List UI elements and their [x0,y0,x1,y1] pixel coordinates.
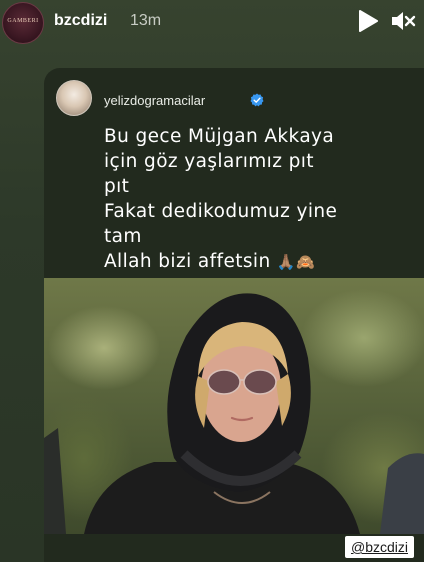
caption-line: tam [104,226,142,247]
verified-badge-icon [250,93,264,107]
caption-line: Fakat dedikodumuz yine [104,201,338,222]
username[interactable]: bzcdizi [54,12,107,30]
woman-in-black-headscarf-image [44,293,424,534]
post-caption: Bu gece Müjgan Akkaya için göz yaşlarımı… [104,124,404,275]
mention-sticker[interactable]: @bzcdizi [344,536,414,558]
caption-line: pıt [104,176,130,197]
post-photo[interactable] [44,278,424,534]
post-author-avatar[interactable] [56,80,92,116]
story-viewer: GAMBERI bzcdizi 13m yelizdogramacilar Bu… [0,0,424,562]
post-author-username[interactable]: yelizdogramacilar [104,93,205,108]
caption-line: Bu gece Müjgan Akkaya [104,126,335,147]
caption-emoji: 🙏🏽🙈 [276,253,316,271]
story-header: GAMBERI bzcdizi 13m [0,0,424,44]
avatar[interactable]: GAMBERI [2,2,44,44]
volume-muted-icon[interactable] [390,10,416,32]
caption-line: Allah bizi affetsin [104,251,271,272]
timestamp: 13m [130,12,162,29]
play-icon[interactable] [358,10,378,32]
avatar-logo-text: GAMBERI [7,18,39,24]
caption-line-last: Allah bizi affetsin 🙏🏽🙈 [104,249,404,275]
reposted-post-card[interactable]: yelizdogramacilar Bu gece Müjgan Akkaya … [44,68,424,562]
caption-line: için göz yaşlarımız pıt [104,151,314,172]
